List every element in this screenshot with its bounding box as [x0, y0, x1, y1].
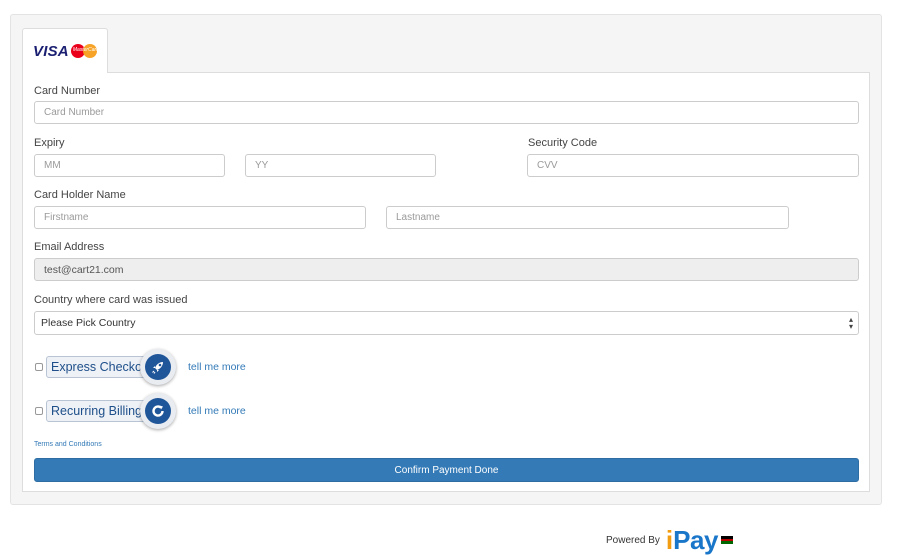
email-label: Email Address [34, 241, 105, 253]
country-select[interactable]: Please Pick Country ▴ ▾ [34, 311, 859, 335]
powered-by-footer: Powered By i Pay [606, 527, 733, 553]
cvv-input[interactable] [527, 154, 859, 177]
powered-by-text: Powered By [606, 534, 660, 546]
card-number-label: Card Number [34, 85, 101, 97]
expiry-month-input[interactable] [34, 154, 225, 177]
express-checkout-label: Express Checkout [46, 356, 154, 378]
express-checkout-info-link[interactable]: tell me more [188, 361, 246, 373]
country-select-value: Please Pick Country [41, 317, 136, 329]
recurring-billing-info-link[interactable]: tell me more [188, 405, 246, 417]
card-type-tab[interactable]: VISA MasterCard [22, 28, 108, 73]
expiry-year-input[interactable] [245, 154, 436, 177]
expiry-label: Expiry [34, 137, 65, 149]
recurring-billing-checkbox[interactable] [35, 407, 43, 415]
visa-logo: VISA [33, 42, 69, 60]
lastname-input[interactable] [386, 206, 789, 229]
country-label: Country where card was issued [34, 294, 188, 306]
express-checkout-checkbox[interactable] [35, 363, 43, 371]
rocket-icon [140, 349, 176, 385]
email-field [34, 258, 859, 281]
kenya-flag-icon [720, 536, 733, 545]
security-code-label: Security Code [528, 137, 598, 149]
payment-form [22, 72, 870, 492]
select-arrows-icon: ▴ ▾ [848, 315, 853, 331]
refresh-icon [140, 393, 176, 429]
card-holder-label: Card Holder Name [34, 189, 126, 201]
confirm-payment-button[interactable]: Confirm Payment Done [34, 458, 859, 482]
recurring-billing-label: Recurring Billing [46, 400, 152, 422]
terms-and-conditions-link[interactable]: Terms and Conditions [34, 441, 102, 448]
ipay-logo-pay: Pay [673, 525, 718, 555]
card-number-input[interactable] [34, 101, 859, 124]
ipay-logo-i: i [665, 525, 674, 555]
firstname-input[interactable] [34, 206, 366, 229]
mastercard-logo: MasterCard [70, 44, 99, 58]
